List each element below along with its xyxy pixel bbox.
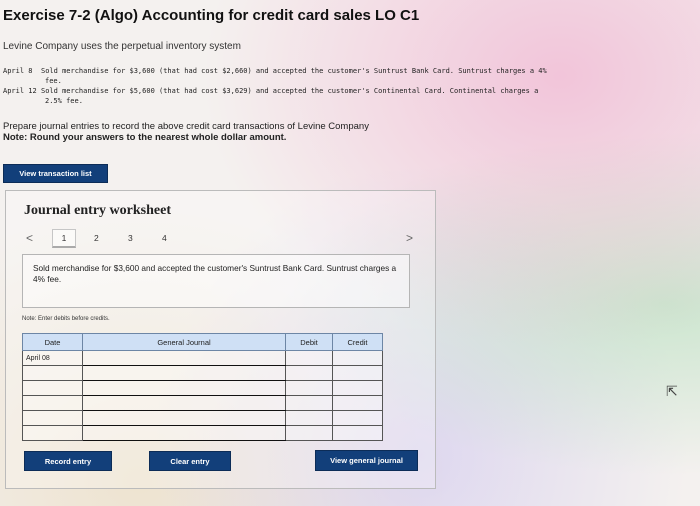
view-transaction-list-button[interactable]: View transaction list (3, 164, 108, 183)
tab-2[interactable]: 2 (94, 233, 99, 243)
rounding-note: Note: Round your answers to the nearest … (3, 132, 287, 143)
date-cell[interactable] (22, 380, 83, 396)
credit-input[interactable] (332, 410, 383, 426)
journal-entry-worksheet: Journal entry worksheet < 1 2 3 4 > Sold… (5, 190, 436, 489)
account-input[interactable] (82, 425, 286, 441)
exercise-title: Exercise 7-2 (Algo) Accounting for credi… (3, 7, 420, 24)
date-cell[interactable] (22, 410, 83, 426)
transaction-text: Sold merchandise for $3,600 (that had co… (41, 67, 547, 75)
instructions: Prepare journal entries to record the ab… (3, 121, 369, 143)
transaction-description: Sold merchandise for $3,600 and accepted… (22, 254, 410, 308)
account-input[interactable] (82, 350, 286, 366)
debit-input[interactable] (285, 365, 333, 381)
transaction-date: April 8 (3, 67, 33, 75)
account-input[interactable] (82, 410, 286, 426)
transaction-date: April 12 (3, 87, 37, 95)
credit-input[interactable] (332, 380, 383, 396)
date-cell[interactable] (22, 425, 83, 441)
table-row (22, 380, 383, 396)
credit-input[interactable] (332, 350, 383, 366)
credit-input[interactable] (332, 395, 383, 411)
view-general-journal-button[interactable]: View general journal (315, 450, 418, 471)
debits-credits-note: Note: Enter debits before credits. (22, 316, 110, 322)
journal-table: Date General Journal Debit Credit April … (22, 333, 383, 441)
table-row: April 08 (22, 350, 383, 366)
debit-input[interactable] (285, 380, 333, 396)
debit-input[interactable] (285, 425, 333, 441)
tab-4[interactable]: 4 (162, 233, 167, 243)
chevron-right-icon[interactable]: > (406, 231, 413, 245)
chevron-left-icon[interactable]: < (26, 231, 33, 245)
transaction-text-cont: 2.5% fee. (45, 97, 83, 105)
date-cell[interactable]: April 08 (22, 350, 83, 366)
debit-input[interactable] (285, 350, 333, 366)
debit-input[interactable] (285, 410, 333, 426)
credit-input[interactable] (332, 365, 383, 381)
clear-entry-button[interactable]: Clear entry (149, 451, 231, 471)
credit-header: Credit (332, 333, 383, 351)
account-input[interactable] (82, 365, 286, 381)
transaction-text: Sold merchandise for $5,600 (that had co… (41, 87, 539, 95)
account-input[interactable] (82, 395, 286, 411)
table-row (22, 425, 383, 441)
company-intro: Levine Company uses the perpetual invent… (3, 41, 241, 52)
tab-3[interactable]: 3 (128, 233, 133, 243)
debit-header: Debit (285, 333, 333, 351)
transaction-april-8: April 8 Sold merchandise for $3,600 (that… (3, 66, 547, 86)
record-entry-button[interactable]: Record entry (24, 451, 112, 471)
worksheet-title: Journal entry worksheet (24, 203, 171, 218)
date-cell[interactable] (22, 365, 83, 381)
tab-1[interactable]: 1 (52, 229, 76, 248)
table-row (22, 365, 383, 381)
transaction-text-cont: fee. (45, 77, 62, 85)
date-cell[interactable] (22, 395, 83, 411)
transaction-april-12: April 12 Sold merchandise for $5,600 (tha… (3, 86, 538, 106)
table-row (22, 395, 383, 411)
credit-input[interactable] (332, 425, 383, 441)
date-header: Date (22, 333, 83, 351)
prepare-instruction: Prepare journal entries to record the ab… (3, 121, 369, 132)
mouse-cursor-icon: ⇱ (666, 383, 678, 399)
general-journal-header: General Journal (82, 333, 286, 351)
debit-input[interactable] (285, 395, 333, 411)
account-input[interactable] (82, 380, 286, 396)
table-row (22, 410, 383, 426)
